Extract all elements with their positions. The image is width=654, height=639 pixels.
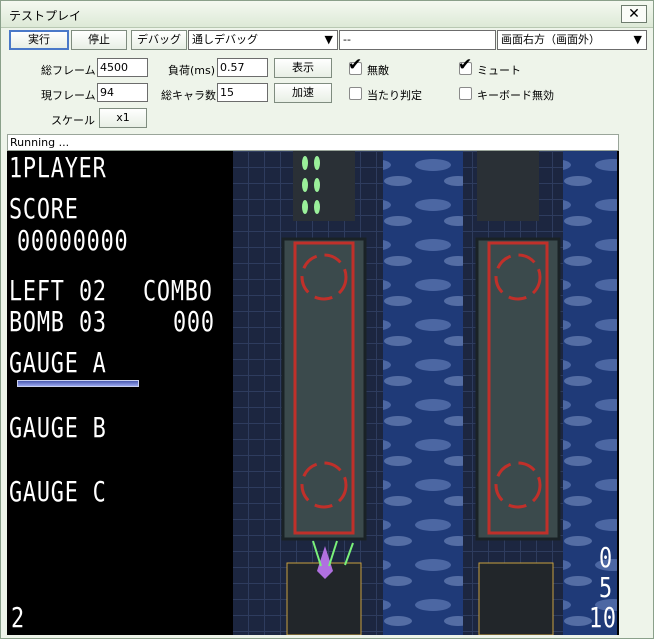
- debug-target-field[interactable]: --: [339, 30, 496, 50]
- hud-combo: 000: [173, 305, 215, 338]
- status-bar: Running ...: [7, 134, 619, 151]
- mute-label: ミュート: [477, 64, 521, 77]
- hud-gauge-c-label: GAUGE C: [9, 475, 107, 508]
- game-screen: 1PLAYER SCORE 00000000 LEFT 02 COMBO BOM…: [7, 151, 619, 635]
- current-frame-label: 現フレーム: [41, 89, 96, 102]
- scale-button[interactable]: x1: [99, 108, 147, 128]
- check-icon: ✔: [458, 55, 473, 75]
- close-button[interactable]: ✕: [621, 5, 647, 23]
- total-chars-label: 総キャラ数: [161, 89, 216, 102]
- current-frame-field: 94: [97, 83, 148, 102]
- hud-combo-label: COMBO: [143, 274, 213, 307]
- check-icon: ✔: [348, 55, 363, 75]
- hud-gauge-a-label: GAUGE A: [9, 346, 107, 379]
- display-position-value: 画面右方（画面外）: [501, 33, 600, 46]
- hitbox-label: 当たり判定: [367, 89, 422, 102]
- title-bar: テストプレイ ✕: [1, 1, 653, 28]
- hud-bomb-label: BOMB: [9, 305, 65, 338]
- hud-right-counter-3: 10: [589, 601, 617, 634]
- speedup-button[interactable]: 加速: [274, 83, 332, 103]
- debug-mode-value: 通しデバッグ: [192, 33, 258, 46]
- hud-score-label: SCORE: [9, 192, 79, 225]
- hud-left: 02: [79, 274, 107, 307]
- display-button[interactable]: 表示: [274, 58, 332, 78]
- window-title: テストプレイ: [9, 9, 82, 23]
- chevron-down-icon: ▼: [633, 33, 642, 46]
- total-frames-field[interactable]: 4500: [97, 58, 148, 77]
- hud-score: 00000000: [17, 224, 129, 257]
- hud-gauge-b-label: GAUGE B: [9, 411, 107, 444]
- close-icon: ✕: [628, 6, 640, 22]
- run-button[interactable]: 実行: [9, 30, 69, 50]
- hud-right-counter-1: 0: [599, 541, 613, 574]
- hitbox-checkbox[interactable]: [349, 87, 362, 100]
- hud-bottom-left: 2: [11, 601, 25, 634]
- gauge-a-fill: [18, 381, 138, 386]
- test-play-window: テストプレイ ✕ 実行 停止 デバッグ 通しデバッグ ▼ -- 画面右方（画面外…: [0, 0, 654, 639]
- hud-left-label: LEFT: [9, 274, 65, 307]
- debug-button[interactable]: デバッグ: [131, 30, 187, 50]
- gauge-a-bar: [17, 380, 139, 387]
- load-label: 負荷(ms): [168, 64, 216, 77]
- hud-right-counter-2: 5: [599, 571, 613, 604]
- invincible-label: 無敵: [367, 64, 389, 77]
- debug-mode-select[interactable]: 通しデバッグ ▼: [188, 30, 338, 50]
- total-frames-label: 総フレーム: [41, 64, 96, 77]
- load-field: 0.57: [217, 58, 268, 77]
- total-chars-field: 15: [217, 83, 268, 102]
- chevron-down-icon: ▼: [324, 33, 333, 46]
- keyboard-disable-label: キーボード無効: [477, 89, 554, 102]
- hud-player: 1PLAYER: [9, 151, 107, 184]
- mute-checkbox[interactable]: ✔: [458, 55, 472, 75]
- stop-button[interactable]: 停止: [71, 30, 127, 50]
- invincible-checkbox[interactable]: ✔: [348, 55, 362, 75]
- hud-bomb: 03: [79, 305, 107, 338]
- playfield: [233, 151, 617, 635]
- playfield-scene: [233, 151, 617, 635]
- scale-label: スケール: [51, 114, 95, 127]
- display-position-select[interactable]: 画面右方（画面外） ▼: [497, 30, 647, 50]
- keyboard-disable-checkbox[interactable]: [459, 87, 472, 100]
- debug-target-value: --: [343, 33, 351, 46]
